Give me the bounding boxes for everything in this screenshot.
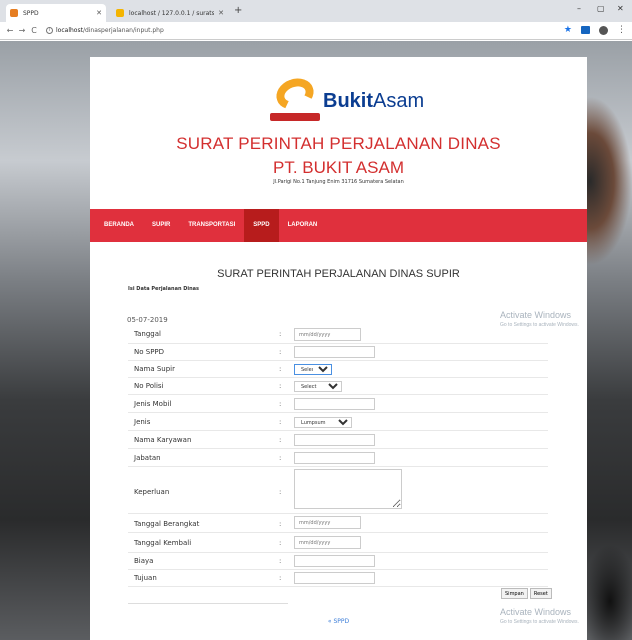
field-label: Tanggal Berangkat bbox=[134, 520, 200, 528]
main-nav: BERANDA SUPIR TRANSPORTASI SPPD LAPORAN bbox=[90, 209, 587, 242]
page-title: SURAT PERINTAH PERJALANAN DINAS bbox=[176, 134, 501, 153]
logo-text: BukitAsam bbox=[323, 90, 425, 112]
form-row-tanggal-berangkat: Tanggal Berangkat : bbox=[128, 514, 548, 533]
phpmyadmin-favicon-icon bbox=[116, 9, 124, 17]
field-label: Biaya bbox=[134, 557, 154, 565]
nav-item-beranda[interactable]: BERANDA bbox=[104, 209, 143, 242]
simpan-button[interactable]: Simpan bbox=[501, 588, 528, 599]
nama-karyawan-input[interactable] bbox=[294, 434, 375, 446]
nav-item-supir[interactable]: SUPIR bbox=[143, 209, 179, 242]
form-row-jabatan: Jabatan : bbox=[128, 449, 548, 467]
tab-close-icon[interactable]: ✕ bbox=[218, 9, 224, 17]
form-row-tujuan: Tujuan : bbox=[128, 570, 548, 587]
field-label: No SPPD bbox=[134, 348, 165, 356]
close-window-button[interactable]: ✕ bbox=[617, 4, 624, 13]
address-bar: ← → C i localhost /dinasperjalanan/input… bbox=[0, 22, 632, 40]
form-actions: Simpan Reset bbox=[501, 588, 552, 599]
activate-windows-title: Activate Windows bbox=[500, 607, 572, 617]
divider bbox=[128, 603, 288, 604]
field-label: No Polisi bbox=[134, 382, 164, 390]
form-row-nama-supir: Nama Supir : Select bbox=[128, 361, 548, 378]
minimize-button[interactable]: – bbox=[577, 4, 581, 13]
tab-phpmyadmin[interactable]: localhost / 127.0.0.1 / suratspdo ✕ bbox=[112, 4, 228, 22]
logo-mark-icon bbox=[270, 73, 320, 121]
form-row-jenis-mobil: Jenis Mobil : bbox=[128, 395, 548, 413]
field-label: Jabatan bbox=[134, 454, 161, 462]
form-row-keperluan: Keperluan : bbox=[128, 467, 548, 514]
jabatan-input[interactable] bbox=[294, 452, 375, 464]
tujuan-input[interactable] bbox=[294, 572, 375, 584]
profile-icon[interactable] bbox=[599, 25, 608, 35]
menu-icon[interactable]: ⋮ bbox=[617, 25, 626, 35]
extension-icon[interactable] bbox=[581, 26, 590, 34]
jenis-select[interactable]: Lumpsum bbox=[294, 417, 352, 428]
maximize-button[interactable]: ▢ bbox=[597, 4, 605, 13]
bukit-asam-logo: BukitAsam bbox=[270, 73, 425, 121]
nav-item-laporan[interactable]: LAPORAN bbox=[279, 209, 327, 242]
jenis-mobil-input[interactable] bbox=[294, 398, 375, 410]
biaya-input[interactable] bbox=[294, 555, 375, 567]
field-label: Nama Supir bbox=[134, 365, 176, 373]
page-container: BukitAsam SURAT PERINTAH PERJALANAN DINA… bbox=[90, 57, 587, 640]
field-label: Jenis bbox=[134, 418, 151, 426]
sppd-favicon-icon bbox=[10, 9, 18, 17]
form-row-tanggal-kembali: Tanggal Kembali : bbox=[128, 533, 548, 553]
field-label: Tujuan bbox=[134, 574, 157, 582]
forward-button[interactable]: → bbox=[16, 26, 28, 35]
url-field[interactable]: i localhost /dinasperjalanan/input.php bbox=[46, 27, 164, 34]
field-label: Tanggal bbox=[134, 330, 161, 338]
current-date: 05-07-2019 bbox=[127, 316, 168, 324]
nav-item-sppd[interactable]: SPPD bbox=[244, 209, 279, 242]
url-host: localhost bbox=[56, 27, 83, 34]
tab-title: localhost / 127.0.0.1 / suratspdo bbox=[129, 9, 215, 17]
activate-windows-subtitle: Go to Settings to activate Windows. bbox=[500, 619, 579, 625]
url-path: /dinasperjalanan/input.php bbox=[82, 27, 164, 34]
toolbar-icons: ★ ⋮ bbox=[564, 25, 626, 35]
reload-button[interactable]: C bbox=[28, 26, 40, 35]
field-label: Jenis Mobil bbox=[134, 400, 172, 408]
tab-title: SPPD bbox=[23, 9, 39, 17]
company-address: Jl.Parigi No.1 Tanjung Enim 31716 Sumate… bbox=[273, 179, 404, 185]
no-polisi-select[interactable]: Select bbox=[294, 381, 342, 392]
no-sppd-input[interactable] bbox=[294, 346, 375, 358]
bookmark-star-icon[interactable]: ★ bbox=[564, 25, 572, 35]
form-row-biaya: Biaya : bbox=[128, 553, 548, 570]
nav-item-transportasi[interactable]: TRANSPORTASI bbox=[179, 209, 244, 242]
info-icon[interactable]: i bbox=[46, 27, 53, 34]
form-row-tanggal: Tanggal : bbox=[128, 327, 548, 344]
tab-close-icon[interactable]: ✕ bbox=[96, 9, 102, 17]
back-button[interactable]: ← bbox=[4, 26, 16, 35]
new-tab-button[interactable]: + bbox=[234, 5, 242, 16]
reset-button[interactable]: Reset bbox=[529, 588, 552, 599]
form-row-no-sppd: No SPPD : bbox=[128, 344, 548, 361]
form-row-nama-karyawan: Nama Karyawan : bbox=[128, 431, 548, 449]
keperluan-textarea[interactable] bbox=[294, 469, 402, 509]
field-label: Nama Karyawan bbox=[134, 436, 192, 444]
company-name: PT. BUKIT ASAM bbox=[272, 158, 404, 177]
field-label: Tanggal Kembali bbox=[134, 539, 192, 547]
tanggal-berangkat-input[interactable] bbox=[294, 516, 361, 529]
form-row-jenis: Jenis : Lumpsum bbox=[128, 413, 548, 431]
tab-sppd[interactable]: SPPD ✕ bbox=[6, 4, 106, 22]
activate-windows-subtitle: Go to Settings to activate Windows. bbox=[500, 322, 579, 328]
browser-tab-bar: SPPD ✕ localhost / 127.0.0.1 / suratspdo… bbox=[0, 0, 632, 22]
tanggal-kembali-input[interactable] bbox=[294, 536, 361, 549]
form-row-no-polisi: No Polisi : Select bbox=[128, 378, 548, 395]
nama-supir-select[interactable]: Select bbox=[294, 364, 332, 375]
form-section-label: Isi Data Perjalanan Dinas bbox=[128, 286, 200, 292]
form-title: SURAT PERINTAH PERJALANAN DINAS SUPIR bbox=[217, 268, 460, 280]
field-label: Keperluan bbox=[134, 488, 170, 496]
tanggal-date-input[interactable] bbox=[294, 328, 361, 341]
activate-windows-title: Activate Windows bbox=[500, 310, 572, 320]
